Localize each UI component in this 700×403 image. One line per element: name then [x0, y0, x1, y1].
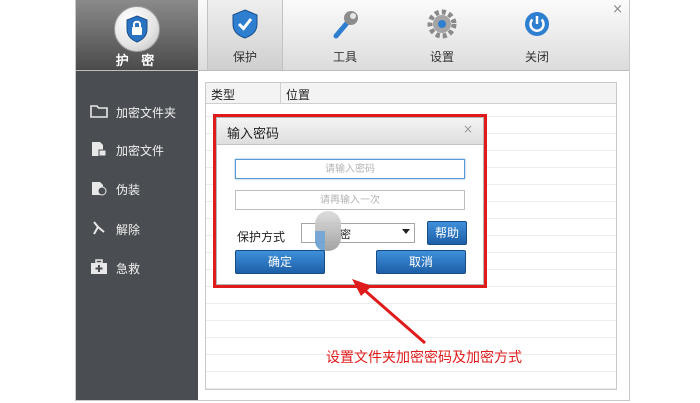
annotation-arrow	[352, 279, 426, 345]
annotation-text: 设置文件夹加密密码及加密方式	[326, 350, 522, 366]
